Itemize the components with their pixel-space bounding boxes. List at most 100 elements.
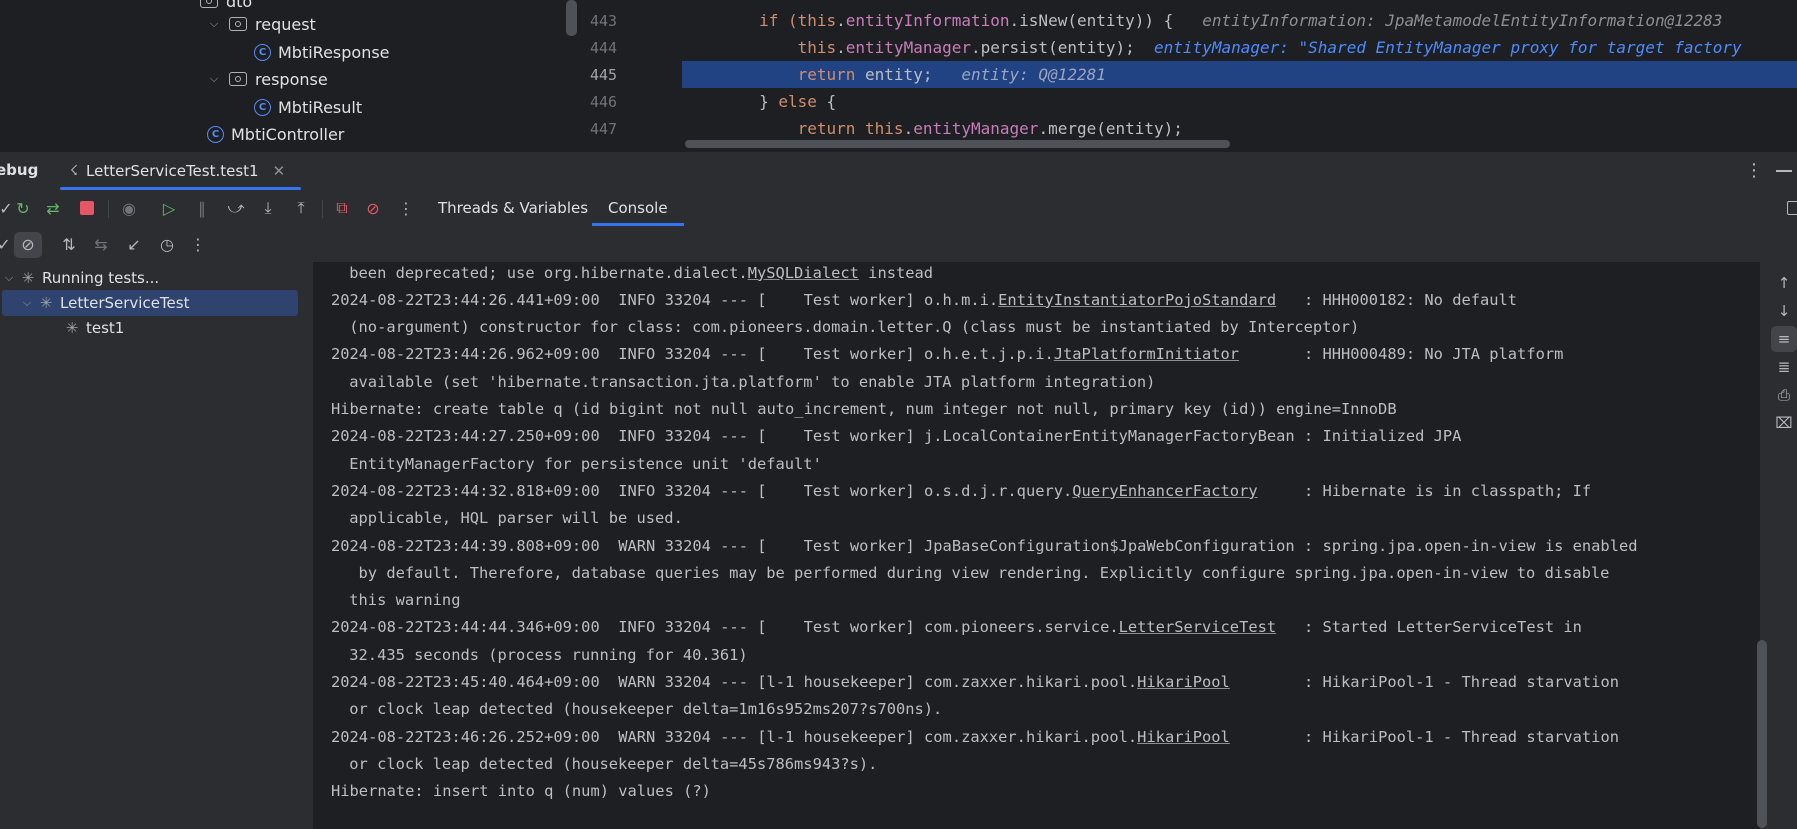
- mute-breakpoints-icon[interactable]: ⊘: [363, 198, 383, 218]
- console-line: EntityManagerFactory for persistence uni…: [340, 454, 822, 473]
- tree-item-label: response: [255, 69, 328, 89]
- chevron-down-icon[interactable]: ⌵: [207, 72, 221, 86]
- console-line: 2024-08-22T23:45:40.464+09:00 WARN 33204…: [331, 673, 1619, 691]
- import-tests-icon[interactable]: ↙: [124, 234, 144, 254]
- code-line-current: return entity; entity: Q@12281: [682, 61, 1797, 88]
- tree-scrollbar[interactable]: [566, 0, 577, 36]
- tree-item-mbticontroller[interactable]: C MbtiController: [207, 121, 344, 147]
- console-line: 2024-08-22T23:44:44.346+09:00 INFO 33204…: [331, 618, 1582, 637]
- more-options-icon[interactable]: ⋮: [1745, 160, 1763, 181]
- tab-console[interactable]: Console: [592, 190, 684, 226]
- class-link[interactable]: JtaPlatformInitiator: [1054, 345, 1239, 363]
- run-configuration-tab[interactable]: ☇ LetterServiceTest.test1 ✕: [60, 152, 302, 190]
- test-method[interactable]: ✳ test1: [64, 315, 125, 341]
- console-line: (no-argument) constructor for class: com…: [340, 318, 1360, 337]
- code-line: if (this. entityInformation .isNew(entity)…: [759, 11, 1723, 30]
- class-icon: C: [254, 98, 271, 116]
- debug-toolbar: ✓ ↻ ⇄ ◉ ▷ ∥ ⤻ ⤓ ⤒ ⧉ ⊘ ⋮: [0, 190, 1797, 226]
- sort-duration-icon[interactable]: ⇆: [91, 234, 111, 254]
- minimize-icon[interactable]: [1776, 170, 1792, 172]
- step-over-icon[interactable]: ⤻: [226, 198, 246, 218]
- code-editor[interactable]: if (this. entityInformation .isNew(entity)…: [682, 0, 1797, 151]
- check-icon[interactable]: ✓: [0, 234, 14, 254]
- trash-icon[interactable]: ⌧: [1775, 414, 1793, 432]
- console-line: 2024-08-22T23:44:26.441+09:00 INFO 33204…: [331, 290, 1518, 309]
- show-ignored-icon[interactable]: ⊘: [18, 234, 38, 254]
- chevron-down-icon[interactable]: ⌵: [2, 271, 16, 285]
- console-line: 32.435 seconds (process running for 40.3…: [340, 645, 748, 664]
- tree-item-request[interactable]: ⌵ request: [207, 11, 316, 37]
- scroll-to-end-icon[interactable]: ≣: [1775, 358, 1793, 376]
- code-line: this. entityManager .persist(entity); enti…: [797, 38, 1742, 57]
- test-root[interactable]: ⌵ ✳ Running tests...: [2, 265, 159, 291]
- inline-value-hint: entityManager: "Shared EntityManager pro…: [1154, 38, 1742, 57]
- class-link[interactable]: MySQLDialect: [748, 264, 859, 282]
- debug-tool-window: ebug ☇ LetterServiceTest.test1 ✕ ⋮ ✓ ↻ ⇄…: [0, 151, 1797, 829]
- chevron-down-icon[interactable]: ⌵: [207, 17, 221, 31]
- editor-gutter: 443 444 445 446 447: [578, 0, 682, 151]
- more-options-icon[interactable]: ⋮: [396, 198, 416, 218]
- tree-item-label: MbtiResponse: [278, 42, 390, 62]
- close-icon[interactable]: ✕: [273, 162, 286, 180]
- package-icon: [200, 0, 218, 8]
- tree-item-label: MbtiResult: [278, 97, 363, 117]
- class-link[interactable]: HikariPool: [1137, 728, 1230, 746]
- sort-icon[interactable]: ⇅: [59, 234, 79, 254]
- loading-spinner-icon: ✳: [21, 269, 35, 287]
- tree-item-label: dto: [226, 0, 253, 11]
- package-icon: [229, 72, 247, 86]
- console-line: been deprecated; use org.hibernate.diale…: [340, 263, 934, 282]
- test-class[interactable]: ⌵ ✳ LetterServiceTest: [2, 290, 298, 316]
- soft-wrap-icon[interactable]: ≡: [1775, 330, 1793, 348]
- class-link[interactable]: EntityInstantiatorPojoStandard: [998, 291, 1276, 309]
- more-options-icon[interactable]: ⋮: [188, 234, 208, 254]
- stop-icon[interactable]: [77, 198, 97, 218]
- tree-item-label: request: [255, 14, 316, 34]
- class-icon: C: [254, 43, 271, 61]
- tree-item-response[interactable]: ⌵ response: [207, 66, 328, 92]
- tool-window-title: ebug: [0, 161, 39, 179]
- editor-horizontal-scrollbar[interactable]: [685, 140, 1230, 148]
- console-line: 2024-08-22T23:44:32.818+09:00 INFO 33204…: [331, 481, 1592, 500]
- class-link[interactable]: QueryEnhancerFactory: [1072, 482, 1257, 500]
- tree-item-mbtiresult[interactable]: C MbtiResult: [254, 94, 362, 120]
- rerun-icon[interactable]: ↻: [13, 198, 33, 218]
- layout-icon[interactable]: [1787, 201, 1797, 215]
- resume-icon[interactable]: ▷: [159, 198, 179, 218]
- project-tree: dto ⌵ request C MbtiResponse ⌵ response …: [0, 0, 568, 151]
- history-icon[interactable]: ◷: [157, 234, 177, 254]
- loading-spinner-icon: ✳: [39, 294, 53, 312]
- step-out-icon[interactable]: ⤒: [291, 198, 311, 218]
- test-run-icon: ☇: [70, 163, 79, 179]
- class-icon: C: [207, 125, 224, 143]
- rerun-failed-icon[interactable]: ⇄: [43, 198, 63, 218]
- print-icon[interactable]: ⎙: [1775, 386, 1793, 404]
- test-method-label: test1: [86, 319, 125, 337]
- console-scrollbar[interactable]: [1757, 640, 1767, 828]
- console-line: this warning: [340, 591, 461, 610]
- pause-icon[interactable]: ∥: [192, 198, 212, 218]
- top-area: dto ⌵ request C MbtiResponse ⌵ response …: [0, 0, 1797, 151]
- console-line: by default. Therefore, database queries …: [340, 563, 1610, 582]
- package-icon: [229, 17, 247, 31]
- class-link[interactable]: LetterServiceTest: [1119, 618, 1277, 636]
- console-line: available (set 'hibernate.transaction.jt…: [340, 372, 1156, 391]
- tree-item-mbtiresponse[interactable]: C MbtiResponse: [254, 39, 390, 65]
- arrow-down-icon[interactable]: ↓: [1775, 302, 1793, 320]
- console-line: Hibernate: create table q (id bigint not…: [331, 400, 1397, 418]
- test-class-label: LetterServiceTest: [60, 294, 190, 312]
- console-line: or clock leap detected (housekeeper delt…: [340, 700, 943, 719]
- code-line: } else {: [759, 92, 837, 111]
- view-breakpoints-icon[interactable]: ⧉: [332, 198, 352, 218]
- arrow-up-icon[interactable]: ↑: [1775, 274, 1793, 292]
- console-line: 2024-08-22T23:46:26.252+09:00 WARN 33204…: [331, 727, 1619, 746]
- tab-threads-variables[interactable]: Threads & Variables: [438, 190, 588, 226]
- tab-console-label: Console: [608, 199, 668, 217]
- console-output[interactable]: been deprecated; use org.hibernate.diale…: [313, 262, 1760, 829]
- class-link[interactable]: HikariPool: [1137, 673, 1230, 691]
- console-side-toolbar: ↑ ↓ ≡ ≣ ⎙ ⌧: [1767, 262, 1797, 829]
- eye-icon[interactable]: ◉: [119, 198, 139, 218]
- chevron-down-icon[interactable]: ⌵: [20, 296, 34, 310]
- step-into-icon[interactable]: ⤓: [258, 198, 278, 218]
- code-line: return this. entityManager .merge(entity);: [797, 119, 1183, 138]
